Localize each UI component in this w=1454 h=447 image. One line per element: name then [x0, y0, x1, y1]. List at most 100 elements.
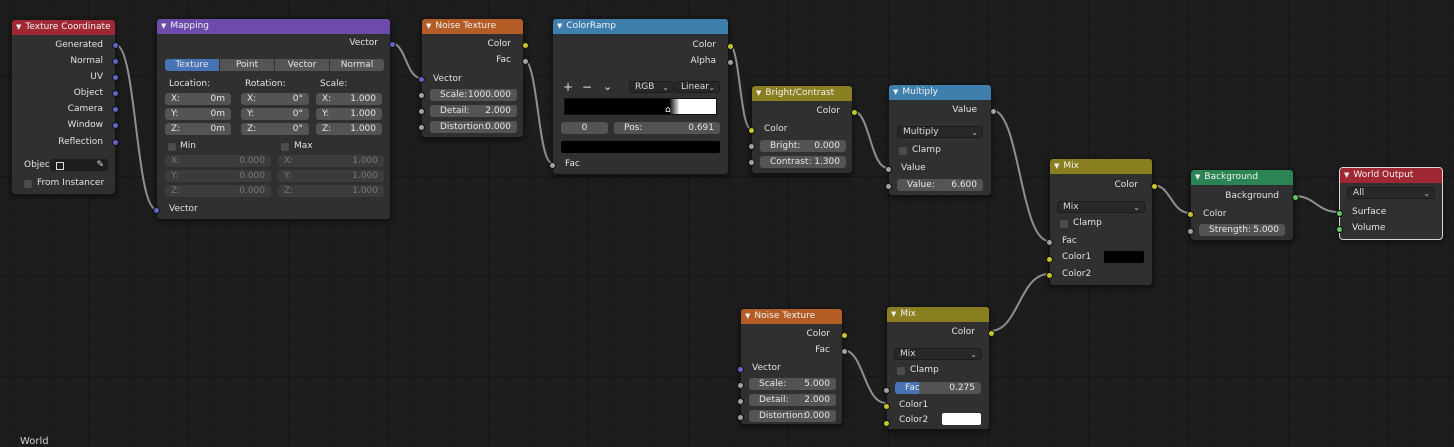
socket-output-color[interactable]	[988, 330, 995, 337]
socket-input-color[interactable]	[748, 127, 755, 134]
ramp-gradient[interactable]	[564, 98, 717, 115]
interpolation-dropdown[interactable]: Linear ⌄	[675, 81, 720, 93]
node-header[interactable]: ▼ Mix	[1050, 159, 1152, 174]
color1-swatch[interactable]	[1104, 251, 1144, 263]
eyedropper-icon[interactable]: ✎	[96, 160, 104, 171]
socket-output-fac[interactable]	[841, 348, 848, 355]
socket-input-strength[interactable]	[1187, 228, 1194, 235]
clamp-checkbox[interactable]	[897, 367, 905, 375]
node-noise-texture[interactable]: ▼ Noise Texture Color Fac Vector Scale: 10…	[418, 18, 529, 138]
socket-input-surface[interactable]	[1336, 210, 1343, 217]
blend-dropdown[interactable]: Mix ⌄	[894, 348, 982, 360]
collapse-arrow-icon[interactable]: ▼	[557, 22, 562, 30]
socket-input-scale[interactable]	[737, 382, 744, 389]
socket-output-alpha[interactable]	[727, 59, 734, 66]
socket-output-background[interactable]	[1292, 194, 1299, 201]
node-header[interactable]: ▼ Noise Texture	[741, 309, 842, 324]
socket-output-color[interactable]	[851, 109, 858, 116]
node-header[interactable]: ▼ Mapping	[157, 19, 390, 34]
tab-vector[interactable]: Vector	[275, 59, 329, 71]
strength-field[interactable]: Strength: 5.000	[1199, 224, 1285, 236]
detail-field[interactable]: Detail: 2.000	[430, 105, 517, 117]
stop-index-field[interactable]: 0	[561, 122, 608, 134]
min-y-field[interactable]: Y: 0.000	[165, 170, 271, 182]
scale-x-field[interactable]: X: 1.000	[316, 93, 382, 105]
socket-input-color[interactable]	[1187, 211, 1194, 218]
socket-input-value-2[interactable]	[885, 183, 892, 190]
tab-point[interactable]: Point	[220, 59, 274, 71]
node-multiply[interactable]: ▼ Multiply Value Multiply ⌄ Clamp Value Va…	[885, 84, 997, 196]
node-header[interactable]: ▼ Background	[1191, 170, 1293, 185]
collapse-arrow-icon[interactable]: ▼	[1054, 162, 1059, 170]
socket-input-detail[interactable]	[737, 398, 744, 405]
node-header[interactable]: ▼ Multiply	[889, 85, 991, 100]
collapse-arrow-icon[interactable]: ▼	[891, 310, 896, 318]
node-background[interactable]: ▼ Background Background Color Strength: 5.…	[1187, 169, 1299, 241]
collapse-arrow-icon[interactable]: ▼	[756, 89, 761, 97]
target-dropdown[interactable]: All ⌄	[1347, 187, 1435, 199]
node-world-output[interactable]: ▼ World Output All ⌄ Surface Volume	[1336, 167, 1443, 240]
scale-field[interactable]: Scale: 1000.000	[430, 89, 517, 101]
add-stop-button[interactable]: +	[563, 80, 573, 94]
node-noise-texture-2[interactable]: ▼ Noise Texture Color Fac Vector Scale: 5.…	[737, 308, 848, 425]
socket-output-color[interactable]	[841, 332, 848, 339]
fac-field[interactable]: Fac 0.275	[895, 382, 981, 394]
stop-color-swatch[interactable]	[561, 141, 720, 153]
distortion-field[interactable]: Distortion: 0.000	[430, 121, 517, 133]
socket-input-vector[interactable]	[737, 366, 744, 373]
socket-object[interactable]	[112, 90, 119, 97]
socket-input-fac[interactable]	[883, 387, 890, 394]
value-field[interactable]: Value: 6.600	[897, 179, 983, 191]
clamp-checkbox[interactable]	[899, 147, 907, 155]
socket-input-vector[interactable]	[418, 76, 425, 83]
location-x-field[interactable]: X: 0m	[165, 93, 231, 105]
color-mode-dropdown[interactable]: RGB ⌄	[629, 81, 674, 93]
rotation-y-field[interactable]: Y: 0°	[241, 108, 309, 120]
rotation-z-field[interactable]: Z: 0°	[241, 123, 309, 135]
collapse-arrow-icon[interactable]: ▼	[1195, 173, 1200, 181]
socket-uv[interactable]	[112, 74, 119, 81]
max-x-field[interactable]: X: 1.000	[278, 155, 384, 167]
max-z-field[interactable]: Z: 1.000	[278, 185, 384, 197]
socket-input-scale[interactable]	[418, 92, 425, 99]
node-header[interactable]: ▼ ColorRamp	[553, 19, 728, 34]
socket-output-color[interactable]	[1151, 183, 1158, 190]
rotation-x-field[interactable]: X: 0°	[241, 93, 309, 105]
tab-texture[interactable]: Texture	[165, 59, 219, 71]
color2-swatch[interactable]	[942, 413, 981, 425]
socket-input-distortion[interactable]	[737, 414, 744, 421]
node-bright-contrast[interactable]: ▼ Bright/Contrast Color Color Bright: 0.00…	[748, 85, 858, 174]
collapse-arrow-icon[interactable]: ▼	[1344, 171, 1349, 179]
node-colorramp[interactable]: ▼ ColorRamp Color Alpha + − ⌄ RGB ⌄ Linear…	[549, 18, 734, 175]
socket-output-vector[interactable]	[389, 41, 396, 48]
socket-input-distortion[interactable]	[418, 124, 425, 131]
collapse-arrow-icon[interactable]: ▼	[16, 23, 21, 31]
socket-input-bright[interactable]	[748, 143, 755, 150]
scale-z-field[interactable]: Z: 1.000	[316, 123, 382, 135]
socket-input-detail[interactable]	[418, 108, 425, 115]
stop-handle-icon[interactable]: ⌂	[665, 105, 671, 115]
tab-normal[interactable]: Normal	[330, 59, 384, 71]
collapse-arrow-icon[interactable]: ▼	[161, 22, 166, 30]
remove-stop-button[interactable]: −	[582, 80, 592, 94]
node-texture-coordinate[interactable]: ▼ Texture Coordinate Generated Normal UV …	[11, 19, 119, 195]
socket-output-color[interactable]	[522, 42, 529, 49]
node-header[interactable]: ▼ World Output	[1340, 168, 1442, 183]
collapse-arrow-icon[interactable]: ▼	[893, 88, 898, 96]
socket-output-fac[interactable]	[522, 58, 529, 65]
socket-normal[interactable]	[112, 58, 119, 65]
node-header[interactable]: ▼ Noise Texture	[422, 19, 523, 34]
socket-input-fac[interactable]	[549, 162, 556, 169]
node-mapping[interactable]: ▼ Mapping Vector Texture Point Vector Nor…	[153, 18, 396, 220]
node-header[interactable]: ▼ Texture Coordinate	[12, 20, 115, 35]
socket-input-color2[interactable]	[883, 420, 890, 427]
socket-input-volume[interactable]	[1336, 226, 1343, 233]
ramp-more-menu[interactable]: ⌄	[603, 80, 612, 93]
collapse-arrow-icon[interactable]: ▼	[745, 312, 750, 320]
position-field[interactable]: Pos: 0.691	[614, 122, 720, 134]
bright-field[interactable]: Bright: 0.000	[760, 140, 846, 152]
blend-dropdown[interactable]: Mix ⌄	[1057, 201, 1145, 213]
detail-field[interactable]: Detail: 2.000	[749, 394, 836, 406]
object-selector[interactable]: ✎	[50, 159, 108, 171]
collapse-arrow-icon[interactable]: ▼	[426, 22, 431, 30]
